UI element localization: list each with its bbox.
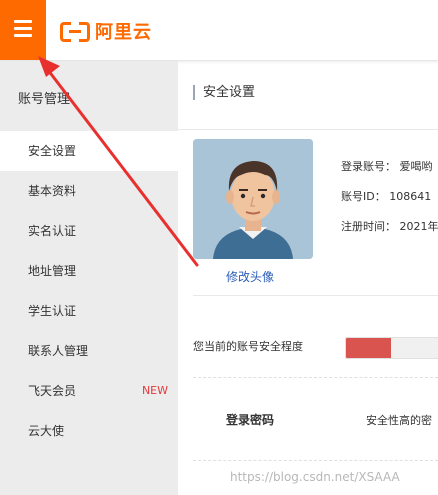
sidebar-item-feitian-member[interactable]: 飞天会员 NEW xyxy=(0,371,178,411)
security-level-fill xyxy=(346,338,391,358)
account-id-text: 账号ID： 108641 xyxy=(341,190,432,203)
sidebar-item-contacts[interactable]: 联系人管理 xyxy=(0,331,178,371)
sidebar-title: 账号管理 xyxy=(18,92,71,107)
aliyun-logo-icon xyxy=(60,22,90,42)
sidebar-item-security-settings[interactable]: 安全设置 xyxy=(0,131,178,171)
sidebar: 账号管理 安全设置 基本资料 实名认证 地址管理 学生认证 联系人管理 飞天会员… xyxy=(0,61,178,495)
sidebar-item-label: 联系人管理 xyxy=(28,344,89,358)
divider xyxy=(193,295,438,296)
sidebar-item-student-auth[interactable]: 学生认证 xyxy=(0,291,178,331)
avatar[interactable] xyxy=(193,139,313,259)
login-account-text: 登录账号： 爱喝哟 xyxy=(341,160,433,173)
sidebar-item-label: 安全设置 xyxy=(28,144,77,158)
sidebar-item-basic-info[interactable]: 基本资料 xyxy=(0,171,178,211)
new-badge: NEW xyxy=(141,384,168,397)
hamburger-icon xyxy=(14,20,32,38)
divider xyxy=(178,129,438,130)
logo-text: 阿里云 xyxy=(95,22,152,43)
password-description: 安全性高的密 xyxy=(366,414,432,427)
sidebar-item-label: 云大使 xyxy=(28,424,65,438)
register-time-text: 注册时间： 2021年 xyxy=(341,220,438,233)
sidebar-item-label: 学生认证 xyxy=(28,304,77,318)
hamburger-menu-button[interactable] xyxy=(0,0,46,60)
change-avatar-link[interactable]: 修改头像 xyxy=(226,268,274,285)
sidebar-list: 安全设置 基本资料 实名认证 地址管理 学生认证 联系人管理 飞天会员 NEW … xyxy=(0,131,178,451)
sidebar-item-label: 地址管理 xyxy=(28,264,77,278)
main-content: 安全设置 修改头像 登录账号： 爱喝哟 账号ID： 108641 注册时间： 2… xyxy=(178,61,438,495)
page-title: 安全设置 xyxy=(193,85,255,100)
watermark: https://blog.csdn.net/XSAAA xyxy=(230,470,400,484)
account-info: 登录账号： 爱喝哟 账号ID： 108641 注册时间： 2021年 xyxy=(341,159,438,249)
sidebar-item-real-name-auth[interactable]: 实名认证 xyxy=(0,211,178,251)
security-level-bar xyxy=(345,337,438,359)
security-level-label: 您当前的账号安全程度 xyxy=(193,340,303,353)
sidebar-item-address[interactable]: 地址管理 xyxy=(0,251,178,291)
divider xyxy=(193,377,438,378)
sidebar-item-label: 实名认证 xyxy=(28,224,77,238)
login-password-label: 登录密码 xyxy=(226,413,275,427)
sidebar-item-ambassador[interactable]: 云大使 xyxy=(0,411,178,451)
sidebar-item-label: 基本资料 xyxy=(28,184,77,198)
divider xyxy=(193,460,438,461)
sidebar-item-label: 飞天会员 xyxy=(28,384,77,398)
top-bar: 阿里云 xyxy=(0,0,438,61)
aliyun-logo[interactable]: 阿里云 xyxy=(60,20,152,43)
avatar-person-icon xyxy=(193,139,313,259)
